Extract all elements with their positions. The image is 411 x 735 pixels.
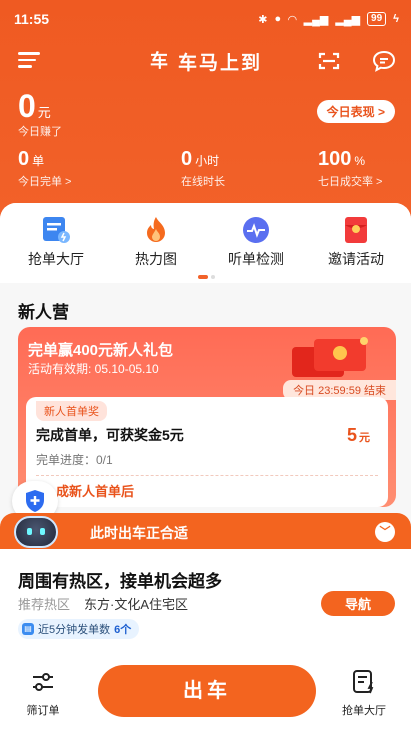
hot-area-label: 推荐热区 [18,597,71,612]
chevron-down-icon[interactable]: ﹀ [375,522,395,542]
order-count-icon: ▤ [22,623,34,635]
promo-period: 活动有效期: 05.10-05.10 [28,362,159,376]
stat-value: 0 [181,148,193,170]
robot-avatar-icon [14,516,58,548]
battery-icon: 99 [367,12,387,26]
today-earnings: 0元 今日赚了 [18,88,62,139]
task-badge: 新人首单奖 [36,401,107,421]
earnings-amount: 0 [18,88,36,124]
stat-seven-day-rate[interactable]: 100% 七日成交率 > [318,148,382,189]
gift-envelope-icon [292,337,368,377]
flame-icon [140,215,172,245]
page-indicator [198,275,215,279]
complete-hint: 成新人首单后 [56,484,135,499]
newbie-promo-card[interactable]: 完单赢400元新人礼包 活动有效期: 05.10-05.10 今日 23:59:… [18,327,396,507]
stat-value: 100 [318,148,352,170]
top-bar: 车 车马上到 [0,46,411,76]
wifi-icon: ◠ [288,13,297,26]
earnings-unit: 元 [37,105,51,120]
quick-action-order-hall[interactable]: 抢单大厅 [6,215,106,269]
recent-orders-chip: ▤ 近5分钟发单数 6个 [18,619,140,639]
order-hall-icon [40,215,72,245]
task-progress: 完单进度：0/1 [36,453,113,467]
go-online-banner[interactable]: 此时出车正合适 ﹀ [0,513,411,551]
stat-unit: 小时 [195,154,220,168]
today-performance-button[interactable]: 今日表现 > [316,100,395,123]
filter-sliders-icon [33,673,53,691]
filter-orders-label: 筛订单 [26,705,60,717]
bluetooth-icon: ✱ [258,13,268,26]
status-bar: 11:55 ✱ ● ◠ ▂▄▆ ▂▄▆ 99 ϟ [14,9,399,29]
promo-title: 完单赢400元新人礼包 [28,342,174,359]
pulse-icon [240,215,272,245]
signal-icon: ▂▄▆ [303,13,329,26]
stats-row: 0单 今日完单 > 0 小时 在线时长 100% 七日成交率 > [18,148,397,192]
stat-label: 在线时长 [181,176,225,188]
charging-icon: ϟ [393,13,399,25]
reward-value: 5 [346,425,357,445]
location-icon: ● [274,13,282,25]
banner-text: 此时出车正合适 [90,525,188,541]
stat-label: 七日成交率 > [318,176,383,188]
signal-icon-2: ▂▄▆ [335,13,361,26]
stat-completed-orders[interactable]: 0单 今日完单 > [18,148,71,189]
red-envelope-icon [340,215,372,245]
quick-action-label: 热力图 [135,251,177,267]
task-title: 完成首单，可获奖金5元 [36,427,184,443]
recent-orders-count: 6个 [114,624,132,636]
quick-action-label: 抢单大厅 [28,251,84,267]
earnings-label: 今日赚了 [18,126,62,138]
order-hall-label: 抢单大厅 [342,705,386,717]
app-name: 车马上到 [178,53,263,74]
divider [36,475,378,476]
quick-action-label: 邀请活动 [328,251,384,267]
hot-area-card: 周围有热区，接单机会超多 推荐热区 东方·文化A住宅区 导航 ▤ 近5分钟发单数… [0,549,411,645]
order-hall-bolt-icon [353,670,374,694]
navigate-button[interactable]: 导航 [320,591,395,616]
brand-logo-icon: 车 [150,50,168,72]
main-card: 抢单大厅 热力图 听单检测 邀请活动 新人营 完单赢400元新人礼包 活动有效期… [0,203,411,735]
scan-icon[interactable] [318,51,340,71]
section-title: 新人营 [18,303,69,322]
bottom-bar: 筛订单 出车 抢单大厅 [0,645,411,735]
reward-unit: 元 [359,432,370,444]
stat-unit: % [354,154,366,168]
stat-unit: 单 [32,154,45,168]
quick-action-heatmap[interactable]: 热力图 [106,215,206,269]
status-time: 11:55 [14,11,50,27]
stat-value: 0 [18,148,30,170]
recent-orders-text: 近5分钟发单数 [38,624,111,636]
filter-orders-button[interactable]: 筛订单 [8,669,78,718]
first-order-task: 新人首单奖 完成首单，可获奖金5元 5元 完单进度：0/1 成新人首单后 [26,397,388,507]
quick-action-label: 听单检测 [228,251,284,267]
stat-label: 今日完单 > [18,176,72,188]
hot-area-title: 周围有热区，接单机会超多 [18,572,222,591]
status-icons: ✱ ● ◠ ▂▄▆ ▂▄▆ 99 ϟ [258,12,399,26]
message-icon[interactable] [372,50,396,72]
brand: 车 车马上到 [150,48,262,75]
menu-icon[interactable] [18,52,40,68]
quick-action-order-check[interactable]: 听单检测 [206,215,306,269]
shield-plus-icon [26,490,44,512]
task-reward: 5元 [347,425,370,446]
stat-online-time: 0 小时 在线时长 [181,148,225,189]
quick-actions: 抢单大厅 热力图 听单检测 邀请活动 [0,203,411,283]
order-hall-button[interactable]: 抢单大厅 [329,669,399,718]
hot-area-zone: 东方·文化A住宅区 [84,597,189,612]
go-online-button[interactable]: 出车 [98,665,316,717]
quick-action-invite[interactable]: 邀请活动 [306,215,406,269]
